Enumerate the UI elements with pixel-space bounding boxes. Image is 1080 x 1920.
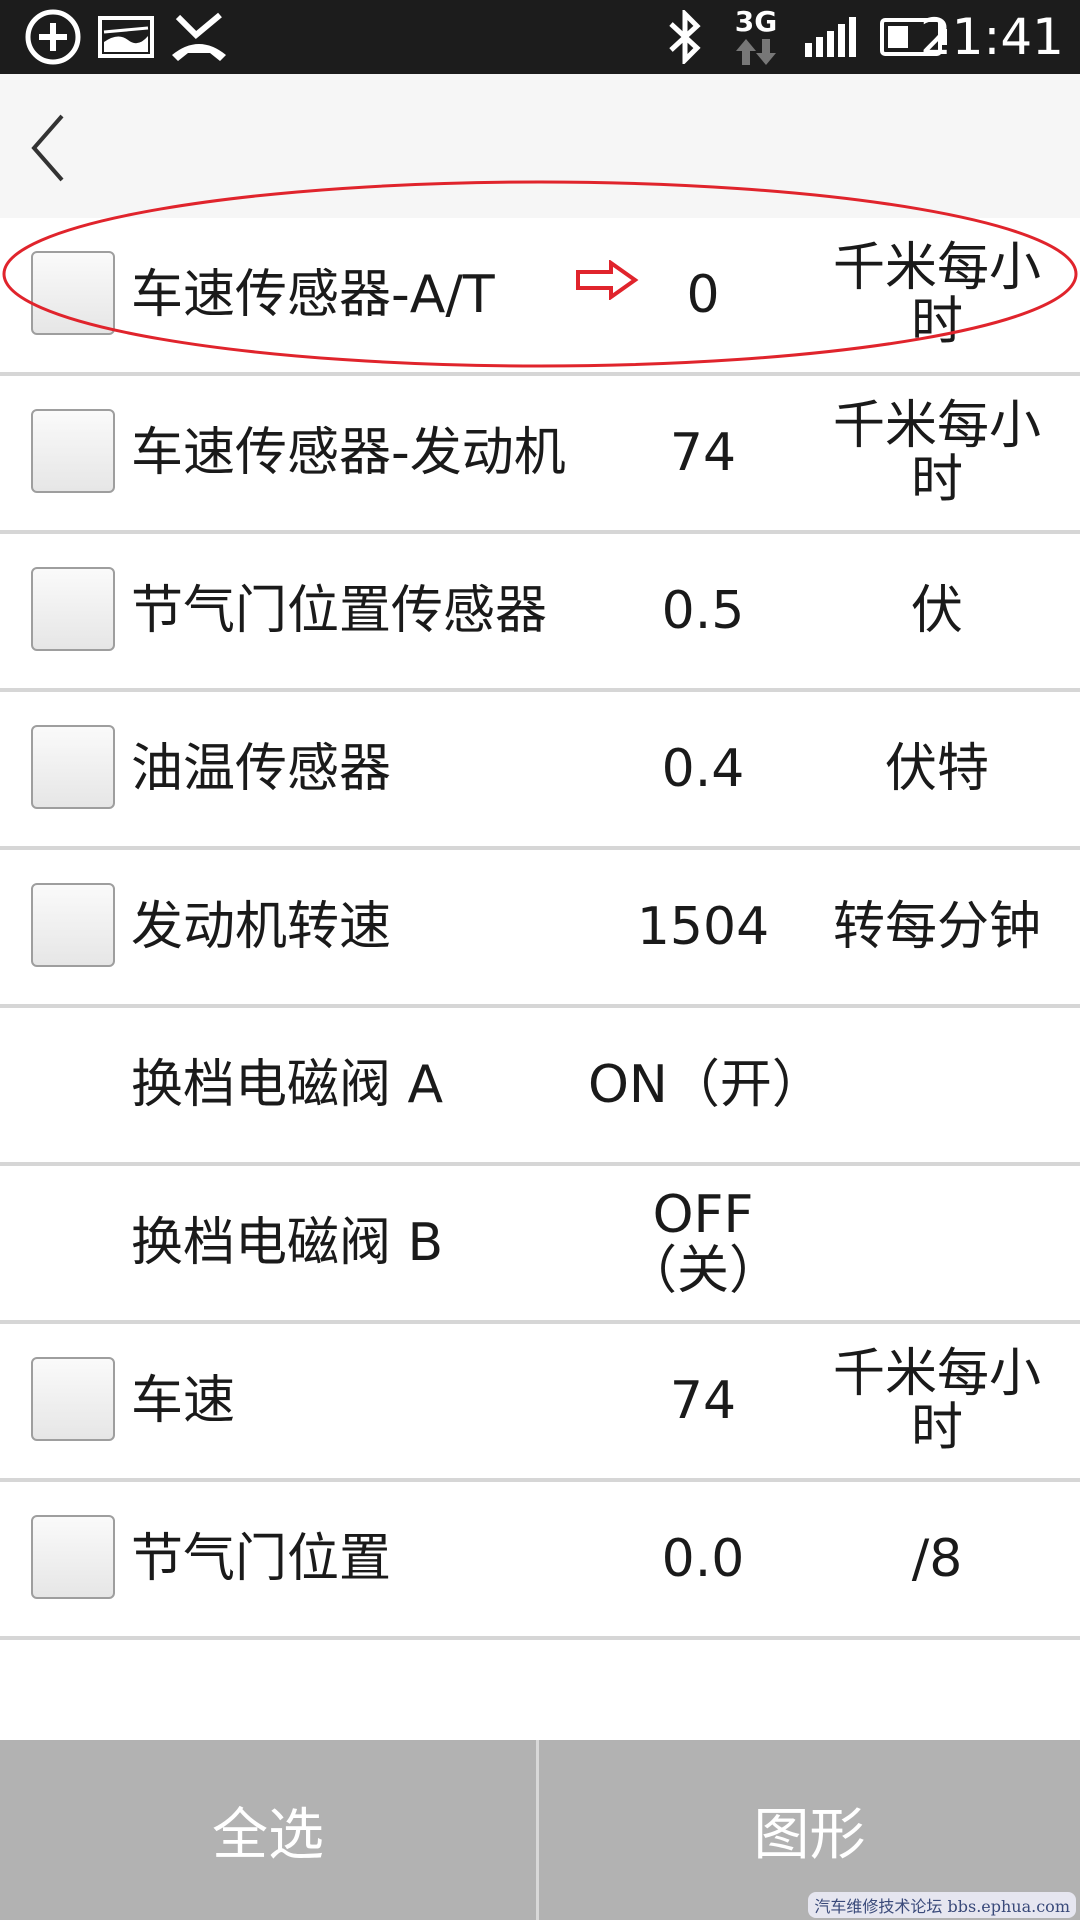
row-name: 节气门位置 [131,1529,392,1589]
row-name: 油温传感器 [131,739,392,799]
list-row[interactable]: 油温传感器 0.4 伏特 [0,692,1080,850]
row-name: 节气门位置传感器 [131,581,548,641]
row-unit [822,1008,1052,1162]
row-checkbox[interactable] [31,251,115,335]
image-icon [96,0,156,74]
clock: 21:41 [919,8,1064,66]
list-row[interactable]: 换档电磁阀 B OFF（关） [0,1166,1080,1324]
row-unit: 千米每小时 [832,396,1041,510]
bottom-bar: 全选 图形 汽车维修技术论坛 bbs.ephua.com [0,1740,1080,1920]
row-unit: 伏 [910,581,963,641]
row-unit: 转每分钟 [832,897,1041,957]
add-circle-icon [20,0,86,74]
missed-call-icon [168,0,230,74]
row-checkbox[interactable] [31,1357,115,1441]
row-unit: 千米每小时 [832,1344,1041,1458]
row-name: 发动机转速 [131,897,392,957]
row-unit: /8 [911,1529,963,1589]
list-row[interactable]: 换档电磁阀 A ON（开） [0,1008,1080,1166]
row-checkbox[interactable] [31,883,115,967]
chevron-left-icon[interactable] [18,108,78,188]
list-row[interactable]: 车速传感器-A/T 0 千米每小时 [0,218,1080,376]
row-value: 1504 [636,897,770,957]
header [0,74,1080,220]
row-value: 0.0 [661,1529,745,1589]
row-value: 0.4 [661,739,745,799]
row-value: 0.5 [661,581,745,641]
row-name: 车速传感器-发动机 [131,423,566,483]
bluetooth-icon [660,0,710,74]
row-value: 74 [669,423,737,483]
list-row[interactable]: 车速传感器-发动机 74 千米每小时 [0,376,1080,534]
arrow-right-icon [575,259,639,304]
list-row[interactable]: 节气门位置传感器 0.5 伏 [0,534,1080,692]
row-name: 车速 [131,1371,236,1431]
data-list: 车速传感器-A/T 0 千米每小时 车速传感器-发动机 74 千米每小时 节气门位置传感器 0… [0,218,1080,1640]
network-type-label: 3G [734,5,778,38]
row-name: 换档电磁阀 B [131,1213,444,1273]
row-checkbox[interactable] [31,725,115,809]
list-row[interactable]: 车速 74 千米每小时 [0,1324,1080,1482]
data-arrows-icon: 3G [728,0,784,74]
status-bar: 3G 21:41 [0,0,1080,74]
signal-icon [800,0,864,74]
row-unit [822,1166,1052,1320]
row-unit: 伏特 [884,739,989,799]
row-checkbox[interactable] [31,567,115,651]
row-value: OFF（关） [624,1185,781,1301]
row-checkbox[interactable] [31,1515,115,1599]
row-unit: 千米每小时 [832,238,1041,352]
row-name: 车速传感器-A/T [131,265,495,325]
select-all-button[interactable]: 全选 [0,1740,536,1920]
row-checkbox[interactable] [31,409,115,493]
row-name: 换档电磁阀 A [131,1055,444,1115]
list-row[interactable]: 发动机转速 1504 转每分钟 [0,850,1080,1008]
row-value: ON（开） [588,1055,824,1115]
watermark: 汽车维修技术论坛 bbs.ephua.com [808,1892,1076,1918]
row-value: 74 [669,1371,737,1431]
list-row[interactable]: 节气门位置 0.0/8 [0,1482,1080,1640]
